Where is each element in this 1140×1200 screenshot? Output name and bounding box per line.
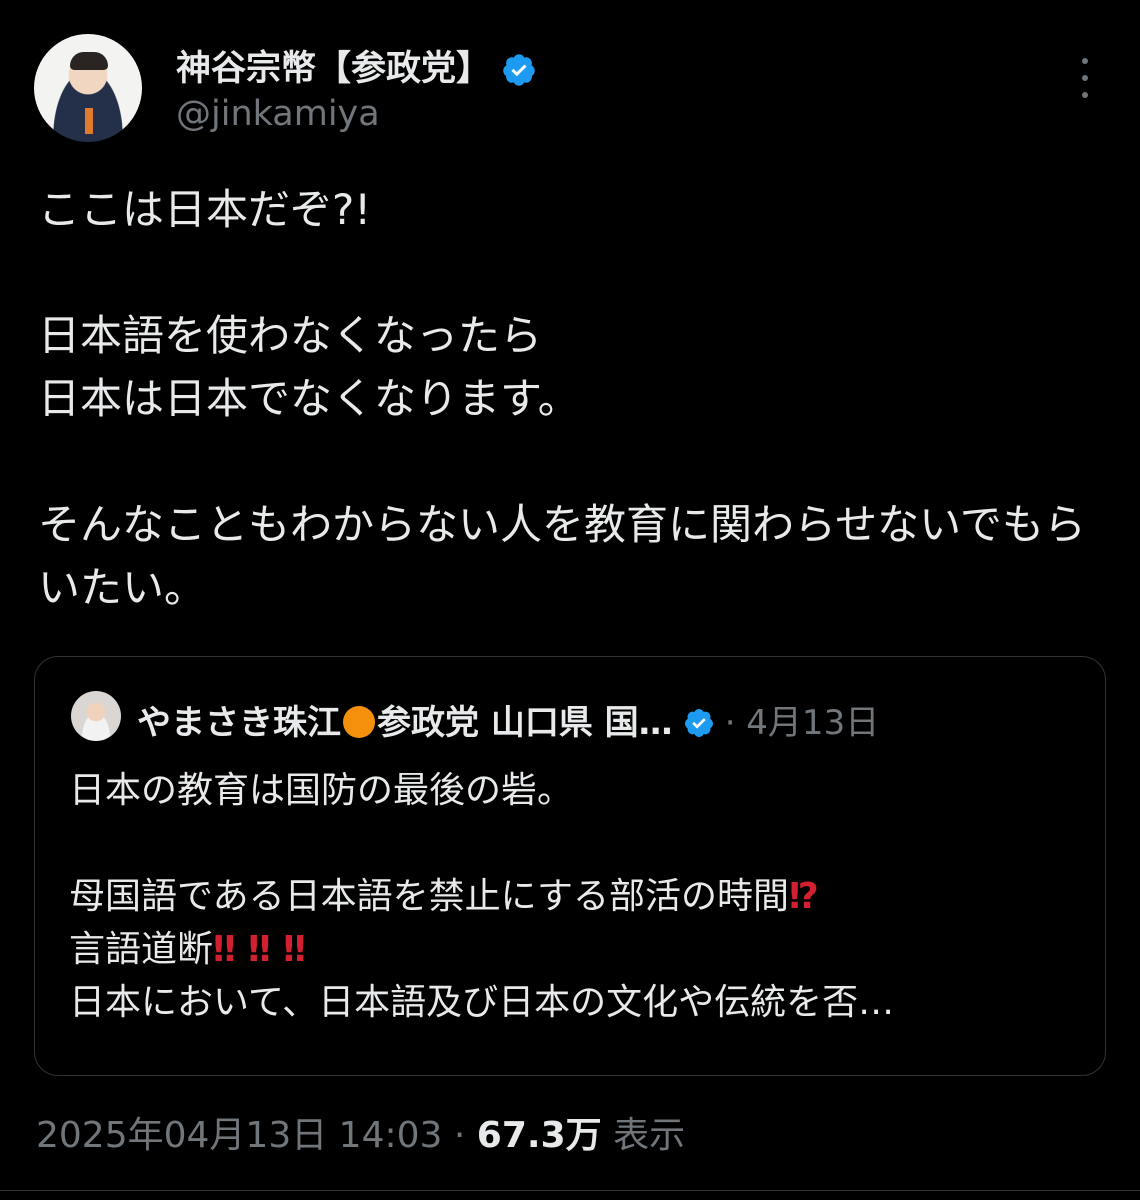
author-name-text: 神谷宗幣【参政党】 (176, 49, 492, 89)
more-dot (1082, 92, 1088, 98)
tweet: 神谷宗幣【参政党】 @jinkamiya ここは日本だぞ?! 日本語を使わなくな… (0, 0, 1140, 1200)
views-label: 表示 (613, 1115, 686, 1156)
quoted-line-1: 日本の教育は国防の最後の砦。 (69, 770, 574, 811)
quoted-date[interactable]: · 4月13日 (725, 703, 880, 743)
avatar-hair (70, 52, 108, 70)
quoted-line-2: 母国語である日本語を禁止にする部活の時間 (69, 875, 790, 917)
more-dot (1082, 58, 1088, 64)
quoted-name-part1: やまさき珠江 (137, 703, 341, 743)
more-vertical-icon[interactable] (1070, 58, 1100, 98)
author-avatar[interactable] (34, 34, 142, 142)
quoted-name-part2: 参政党 山口県 国… (377, 703, 673, 743)
tweet-text: ここは日本だぞ?! 日本語を使わなくなったら 日本は日本でなくなります。 そんな… (38, 185, 1086, 612)
orange-circle-icon (343, 706, 375, 738)
quoted-author-name: やまさき珠江 参政党 山口県 国… · 4月13日 (137, 695, 879, 744)
quoted-line-4: 日本において、日本語及び日本の文化や伝統を否… (69, 981, 895, 1023)
more-dot (1082, 75, 1088, 81)
timestamp[interactable]: 2025年04月13日 14:03 (36, 1115, 442, 1156)
verified-badge-icon (503, 54, 535, 86)
double-exclamation-icon: ‼ ‼ ‼ (213, 928, 306, 970)
quoted-line-3: 言語道断 (69, 928, 214, 970)
views-count: 67.3万 (476, 1115, 602, 1156)
quoted-author-avatar (71, 691, 121, 741)
meta-separator: · (453, 1115, 466, 1156)
exclamation-question-icon: ⁉ (789, 875, 819, 917)
avatar-tie (85, 108, 93, 134)
author-handle[interactable]: @jinkamiya (176, 94, 380, 134)
tweet-meta: 2025年04月13日 14:03 · 67.3万 表示 (36, 1106, 685, 1158)
divider (0, 1190, 1140, 1191)
quoted-tweet[interactable]: やまさき珠江 参政党 山口県 国… · 4月13日 日本の教育は国防の最後の砦。 … (34, 656, 1106, 1076)
quoted-text: 日本の教育は国防の最後の砦。 母国語である日本語を禁止にする部活の時間⁉ 言語道… (69, 765, 1079, 1030)
author-display-name[interactable]: 神谷宗幣【参政党】 (176, 40, 537, 91)
verified-badge-icon (684, 709, 713, 737)
